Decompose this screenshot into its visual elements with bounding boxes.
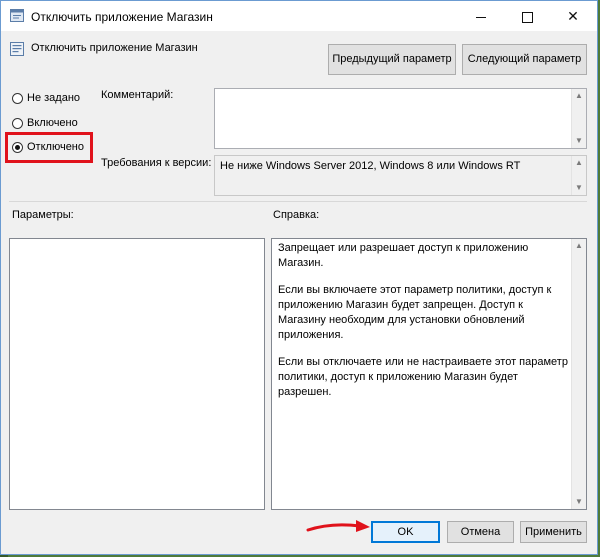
policy-window-icon: [10, 9, 24, 22]
radio-button[interactable]: [12, 92, 23, 104]
help-scrollbar[interactable]: ▲ ▼: [571, 239, 586, 509]
help-panel: Запрещает или разрешает доступ к приложе…: [271, 238, 587, 510]
comment-label: Комментарий:: [101, 89, 174, 101]
divider: [9, 201, 587, 202]
policy-dialog: Отключить приложение Магазин ✕ Отключить…: [0, 0, 598, 555]
previous-setting-button[interactable]: Предыдущий параметр: [328, 44, 456, 75]
policy-setting-icon: [10, 42, 24, 56]
scroll-down-icon[interactable]: ▼: [572, 181, 586, 195]
radio-label: Не задано: [27, 92, 81, 104]
radio-not-configured[interactable]: Не задано: [12, 92, 80, 104]
help-paragraph: Если вы отключаете или не настраиваете э…: [278, 356, 568, 398]
close-icon: ✕: [567, 8, 579, 24]
radio-button[interactable]: [12, 117, 23, 129]
cancel-button[interactable]: Отмена: [447, 521, 514, 543]
help-text: Запрещает или разрешает доступ к приложе…: [278, 241, 570, 412]
help-paragraph: Запрещает или разрешает доступ к приложе…: [278, 242, 529, 269]
radio-enabled[interactable]: Включено: [12, 117, 78, 129]
requirements-value: Не ниже Windows Server 2012, Windows 8 и…: [220, 160, 521, 172]
help-label: Справка:: [273, 209, 320, 221]
minimize-button[interactable]: [458, 1, 504, 31]
maximize-button[interactable]: [504, 1, 550, 31]
comment-scrollbar[interactable]: ▲ ▼: [571, 89, 586, 148]
scroll-down-icon[interactable]: ▼: [572, 495, 586, 509]
close-button[interactable]: ✕: [550, 1, 596, 31]
options-label: Параметры:: [12, 209, 74, 221]
scroll-up-icon[interactable]: ▲: [572, 239, 586, 253]
scroll-up-icon[interactable]: ▲: [572, 89, 586, 103]
red-highlight-box: [5, 132, 93, 163]
minimize-icon: [476, 16, 486, 18]
red-arrow-icon: [306, 520, 370, 532]
radio-label: Включено: [27, 117, 78, 129]
next-setting-button[interactable]: Следующий параметр: [462, 44, 587, 75]
requirements-field: Не ниже Windows Server 2012, Windows 8 и…: [214, 155, 587, 196]
title-bar: Отключить приложение Магазин ✕: [1, 1, 597, 31]
comment-textarea[interactable]: ▲ ▼: [214, 88, 587, 149]
apply-button[interactable]: Применить: [520, 521, 587, 543]
window-title: Отключить приложение Магазин: [31, 10, 213, 24]
ok-button[interactable]: OK: [371, 521, 440, 543]
requirements-label: Требования к версии:: [101, 157, 212, 169]
scroll-up-icon[interactable]: ▲: [572, 156, 586, 170]
maximize-icon: [521, 11, 533, 23]
help-paragraph: Если вы включаете этот параметр политики…: [278, 284, 552, 341]
scroll-down-icon[interactable]: ▼: [572, 134, 586, 148]
options-panel[interactable]: [9, 238, 265, 510]
policy-name: Отключить приложение Магазин: [31, 42, 198, 54]
requirements-scrollbar[interactable]: ▲ ▼: [571, 156, 586, 195]
